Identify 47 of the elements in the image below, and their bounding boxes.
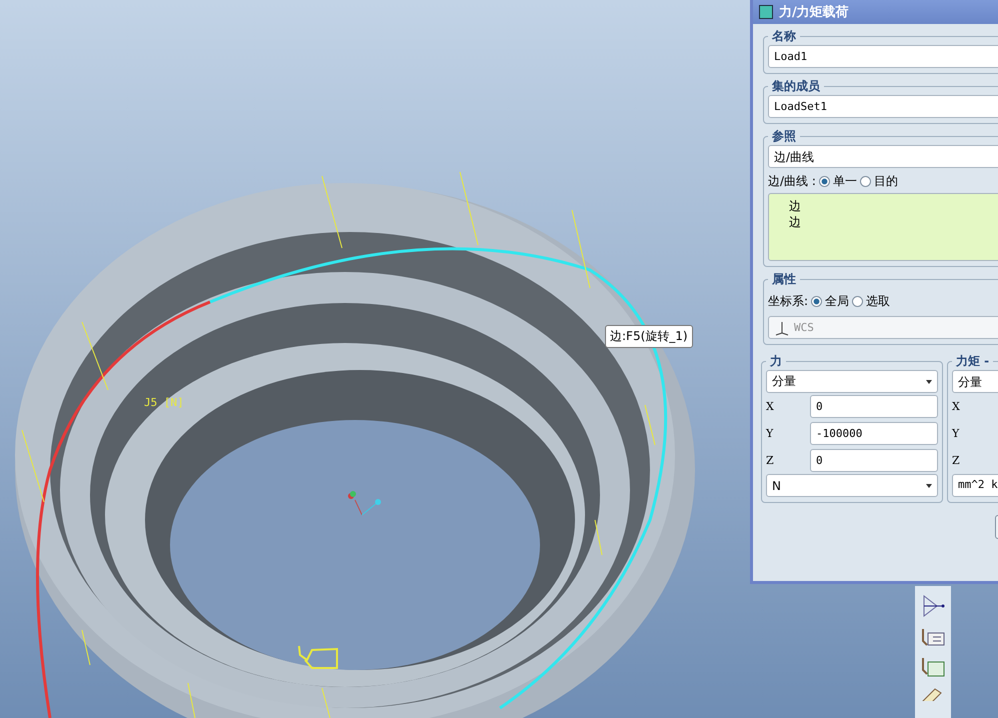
radio-button[interactable]	[811, 296, 822, 307]
radio-button[interactable]	[818, 176, 830, 187]
group-label: 力	[768, 353, 783, 370]
moment-mode-dropdown[interactable]: 分量	[952, 370, 998, 393]
group-label: 属性	[771, 271, 797, 288]
component-field[interactable]: 0	[810, 395, 938, 418]
coordinate-axes-icon	[348, 491, 381, 516]
tag-icon	[298, 646, 338, 669]
unit-dropdown[interactable]: mm^2 k	[952, 474, 998, 497]
axis-label: Y	[766, 427, 774, 440]
force-mode-dropdown[interactable]: 分量	[766, 370, 938, 393]
component-field[interactable]: -100000	[810, 422, 938, 445]
axis-label: Z	[766, 454, 775, 467]
radio-button[interactable]	[860, 176, 871, 187]
tag-icon[interactable]	[921, 627, 945, 647]
axis-label: X	[766, 400, 775, 413]
reference-type-dropdown[interactable]: 边/曲线	[768, 145, 998, 168]
axis-label: Y	[952, 427, 960, 440]
list-item[interactable]: 边	[789, 198, 998, 214]
force-icon[interactable]	[921, 594, 945, 618]
window-icon	[759, 5, 773, 19]
tag-icon[interactable]	[921, 656, 945, 678]
radio-option-label: 目的	[874, 173, 898, 190]
radio-button[interactable]	[852, 296, 864, 307]
group-label: 力矩 -	[954, 353, 990, 370]
group-label: 参照	[771, 128, 797, 145]
caret-icon	[926, 380, 932, 384]
radio-label: 坐标系:	[768, 293, 808, 310]
radio-option-label: 单一	[832, 173, 857, 190]
component-field[interactable]: 0	[810, 449, 938, 472]
edge-tooltip: 边:F5(旋转_1)	[605, 325, 693, 348]
unit-dropdown[interactable]: N	[766, 474, 938, 497]
coordinate-system-value: WCS	[794, 321, 814, 334]
group-label: 名称	[770, 28, 797, 45]
caret-icon	[926, 484, 932, 488]
group-label: 集的成员	[771, 78, 821, 95]
axis-label: Z	[952, 454, 961, 467]
list-item[interactable]: 边	[789, 214, 998, 230]
radio-label: 边/曲线 :	[768, 173, 816, 190]
coordinate-system-icon	[774, 320, 790, 336]
axis-label: X	[952, 400, 961, 413]
window-title: 力/力矩载荷	[779, 4, 849, 21]
name-field[interactable]: Load1	[768, 45, 998, 68]
radio-option-label: 选取	[866, 293, 890, 310]
radio-option-label: 全局	[825, 293, 850, 310]
load-label: J5 [N]	[144, 396, 184, 409]
load-set-field[interactable]: LoadSet1	[768, 95, 998, 118]
